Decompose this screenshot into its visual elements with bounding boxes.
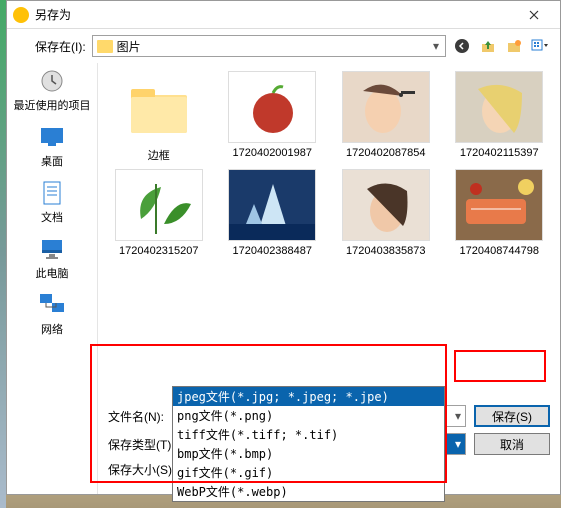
chevron-down-icon: ▾ xyxy=(455,409,461,423)
desktop-icon xyxy=(36,123,68,151)
filetype-label: 保存类型(T): xyxy=(108,436,178,453)
image-thumbnail xyxy=(228,169,316,241)
new-folder-icon xyxy=(506,38,522,54)
save-in-label: 保存在(I): xyxy=(35,38,86,55)
file-label: 边框 xyxy=(148,147,170,163)
filesize-label: 保存大小(S): xyxy=(108,461,178,478)
file-item[interactable]: 1720403835873 xyxy=(331,169,441,257)
titlebar[interactable]: 另存为 xyxy=(7,1,560,29)
image-thumbnail xyxy=(455,169,543,241)
recent-icon xyxy=(36,67,68,95)
back-button[interactable] xyxy=(452,36,472,56)
back-icon xyxy=(454,38,470,54)
folder-up-icon xyxy=(480,38,496,54)
location-text: 图片 xyxy=(117,38,427,55)
sidebar-item-label: 文档 xyxy=(41,209,63,225)
pc-icon xyxy=(36,235,68,263)
file-label: 1720402087854 xyxy=(346,147,426,159)
view-icon xyxy=(531,38,549,54)
image-thumbnail xyxy=(115,169,203,241)
image-thumbnail xyxy=(342,71,430,143)
close-icon xyxy=(529,10,539,20)
image-thumbnail xyxy=(455,71,543,143)
filetype-option[interactable]: WebP文件(*.webp) xyxy=(173,482,444,501)
network-icon xyxy=(36,291,68,319)
view-menu-button[interactable] xyxy=(530,36,550,56)
sidebar-item-documents[interactable]: 文档 xyxy=(12,179,92,225)
window-title: 另存为 xyxy=(35,6,514,23)
app-icon xyxy=(13,7,29,23)
sidebar-item-recent[interactable]: 最近使用的项目 xyxy=(12,67,92,113)
close-button[interactable] xyxy=(514,4,554,26)
file-label: 1720402315207 xyxy=(119,245,199,257)
documents-icon xyxy=(36,179,68,207)
file-label: 1720402388487 xyxy=(232,245,312,257)
file-label: 1720403835873 xyxy=(346,245,426,257)
save-button[interactable]: 保存(S) xyxy=(474,405,550,427)
sidebar-item-label: 此电脑 xyxy=(36,265,69,281)
file-label: 1720408744798 xyxy=(459,245,539,257)
sidebar-item-network[interactable]: 网络 xyxy=(12,291,92,337)
sidebar-item-label: 网络 xyxy=(41,321,63,337)
folder-icon xyxy=(97,40,113,53)
filetype-option[interactable]: gif文件(*.gif) xyxy=(173,463,444,482)
sidebar-item-label: 桌面 xyxy=(41,153,63,169)
file-grid: 边框 1720402001987 1720402087854 172040211539… xyxy=(98,63,560,399)
filetype-option[interactable]: tiff文件(*.tiff; *.tif) xyxy=(173,425,444,444)
file-label: 1720402115397 xyxy=(460,147,539,159)
cancel-button[interactable]: 取消 xyxy=(474,433,550,455)
filetype-options-popup[interactable]: jpeg文件(*.jpg; *.jpeg; *.jpe)png文件(*.png)… xyxy=(172,386,445,502)
file-item[interactable]: 1720402001987 xyxy=(218,71,328,163)
filetype-option[interactable]: jpeg文件(*.jpg; *.jpeg; *.jpe) xyxy=(173,387,444,406)
sidebar-item-thispc[interactable]: 此电脑 xyxy=(12,235,92,281)
chevron-down-icon: ▾ xyxy=(455,437,461,451)
filetype-option[interactable]: bmp文件(*.bmp) xyxy=(173,444,444,463)
sidebar-item-desktop[interactable]: 桌面 xyxy=(12,123,92,169)
file-label: 1720402001987 xyxy=(232,147,312,159)
new-folder-button[interactable] xyxy=(504,36,524,56)
file-item[interactable]: 1720402315207 xyxy=(104,169,214,257)
image-thumbnail xyxy=(228,71,316,143)
file-item[interactable]: 1720408744798 xyxy=(445,169,555,257)
file-item[interactable]: 边框 xyxy=(104,71,214,163)
file-item[interactable]: 1720402115397 xyxy=(445,71,555,163)
location-dropdown[interactable]: 图片 ▾ xyxy=(92,35,446,57)
file-item[interactable]: 1720402087854 xyxy=(331,71,441,163)
chevron-down-icon: ▾ xyxy=(427,39,445,53)
file-item[interactable]: 1720402388487 xyxy=(218,169,328,257)
folder-icon xyxy=(115,71,203,143)
filetype-option[interactable]: png文件(*.png) xyxy=(173,406,444,425)
up-button[interactable] xyxy=(478,36,498,56)
places-sidebar: 最近使用的项目 桌面 文档 此电脑 网络 xyxy=(7,63,97,494)
sidebar-item-label: 最近使用的项目 xyxy=(14,97,91,113)
filename-label: 文件名(N): xyxy=(108,408,178,425)
image-thumbnail xyxy=(342,169,430,241)
location-row: 保存在(I): 图片 ▾ xyxy=(7,29,560,63)
